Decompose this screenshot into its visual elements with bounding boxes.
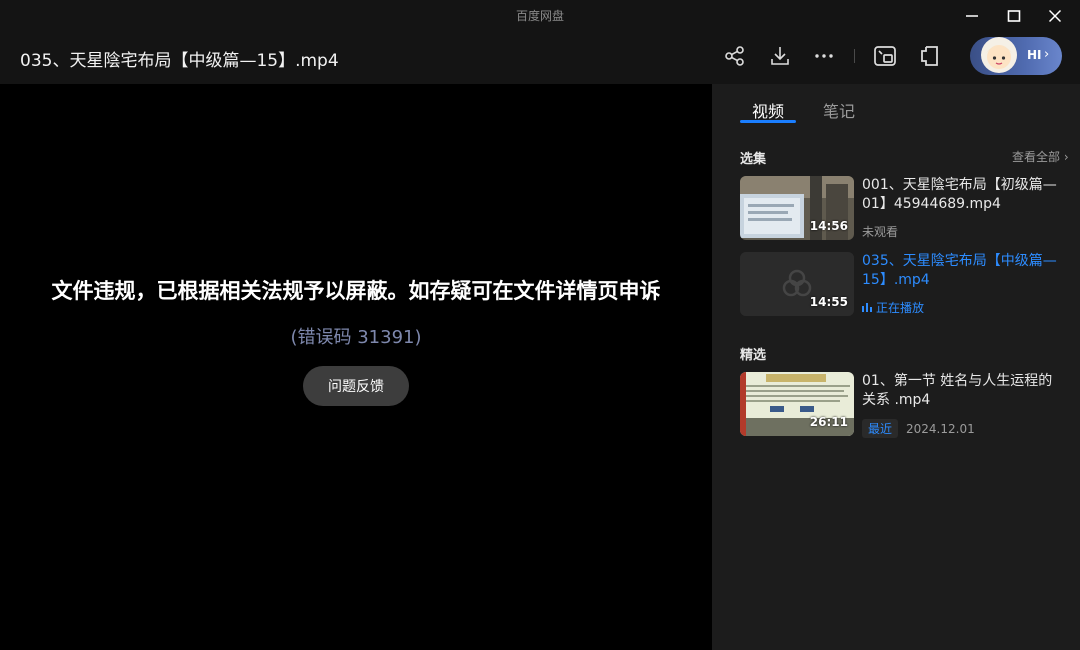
toolbar-divider	[854, 49, 855, 63]
equalizer-icon	[862, 303, 872, 312]
download-button[interactable]	[767, 43, 793, 69]
more-icon	[815, 54, 833, 58]
more-button[interactable]	[811, 43, 837, 69]
collapse-sidebar-button[interactable]	[917, 43, 943, 69]
tab-video[interactable]: 视频	[752, 98, 784, 122]
episode-item-current[interactable]: 14:55 035、天星陰宅布局【中级篇—15】.mp4 正在播放	[740, 252, 1070, 316]
sidebar-toggle-icon	[921, 46, 938, 66]
maximize-button[interactable]	[1002, 6, 1026, 26]
feedback-button[interactable]: 问题反馈	[303, 366, 409, 406]
side-panel: 视频 笔记 选集 查看全部 › 14:56 001、天星陰宅布局【初级篇—01】…	[712, 84, 1080, 650]
episode-title: 035、天星陰宅布局【中级篇—15】.mp4	[862, 253, 1057, 288]
featured-thumbnail: 26:11	[740, 372, 854, 436]
close-icon	[1048, 9, 1062, 23]
file-title: 035、天星陰宅布局【中级篇—15】.mp4	[20, 51, 339, 71]
assistant-avatar-icon	[981, 37, 1017, 73]
active-tab-indicator	[740, 120, 796, 123]
featured-meta: 最近 2024.12.01	[862, 419, 975, 438]
recent-badge: 最近	[862, 419, 899, 438]
featured-date: 2024.12.01	[906, 422, 975, 436]
tab-notes[interactable]: 笔记	[823, 98, 855, 122]
featured-duration: 26:11	[809, 415, 848, 429]
close-button[interactable]	[1043, 6, 1067, 26]
minimize-icon	[966, 15, 978, 17]
pip-button[interactable]	[872, 43, 898, 69]
title-bar: 百度网盘 035、天星陰宅布局【中级篇—15】.mp4 HI ›	[0, 0, 1080, 84]
video-player[interactable]: 文件违规，已根据相关法规予以屏蔽。如存疑可在文件详情页申诉 (错误码 31391…	[0, 84, 712, 650]
episode-thumbnail: 14:56	[740, 176, 854, 240]
minimize-button[interactable]	[960, 6, 984, 26]
view-all-link[interactable]: 查看全部 ›	[1012, 148, 1069, 165]
episode-title: 001、天星陰宅布局【初级篇—01】45944689.mp4	[862, 177, 1057, 212]
playing-label: 正在播放	[876, 301, 925, 315]
episode-duration: 14:56	[809, 219, 848, 233]
episode-item[interactable]: 14:56 001、天星陰宅布局【初级篇—01】45944689.mp4 未观看	[740, 176, 1070, 240]
featured-item[interactable]: 26:11 01、第一节 姓名与人生运程的关系 .mp4 最近 2024.12.0…	[740, 372, 1070, 438]
share-icon	[725, 46, 744, 66]
download-icon	[771, 47, 789, 65]
error-message: 文件违规，已根据相关法规予以屏蔽。如存疑可在文件详情页申诉	[51, 279, 661, 303]
featured-title: 01、第一节 姓名与人生运程的关系 .mp4	[862, 373, 1053, 408]
picture-in-picture-icon	[874, 46, 896, 66]
now-playing-status: 正在播放	[862, 299, 924, 316]
share-button[interactable]	[722, 43, 748, 69]
chevron-right-icon: ›	[1044, 47, 1050, 62]
episodes-heading: 选集	[740, 152, 767, 167]
episode-duration: 14:55	[809, 295, 848, 309]
maximize-icon	[1007, 10, 1021, 22]
watch-status: 未观看	[862, 225, 899, 239]
assistant-button[interactable]: HI ›	[970, 37, 1062, 75]
app-name: 百度网盘	[515, 9, 564, 23]
featured-heading: 精选	[740, 348, 767, 363]
error-code: (错误码 31391)	[290, 327, 422, 348]
episode-thumbnail: 14:55	[740, 252, 854, 316]
assistant-label: HI	[1027, 48, 1042, 62]
